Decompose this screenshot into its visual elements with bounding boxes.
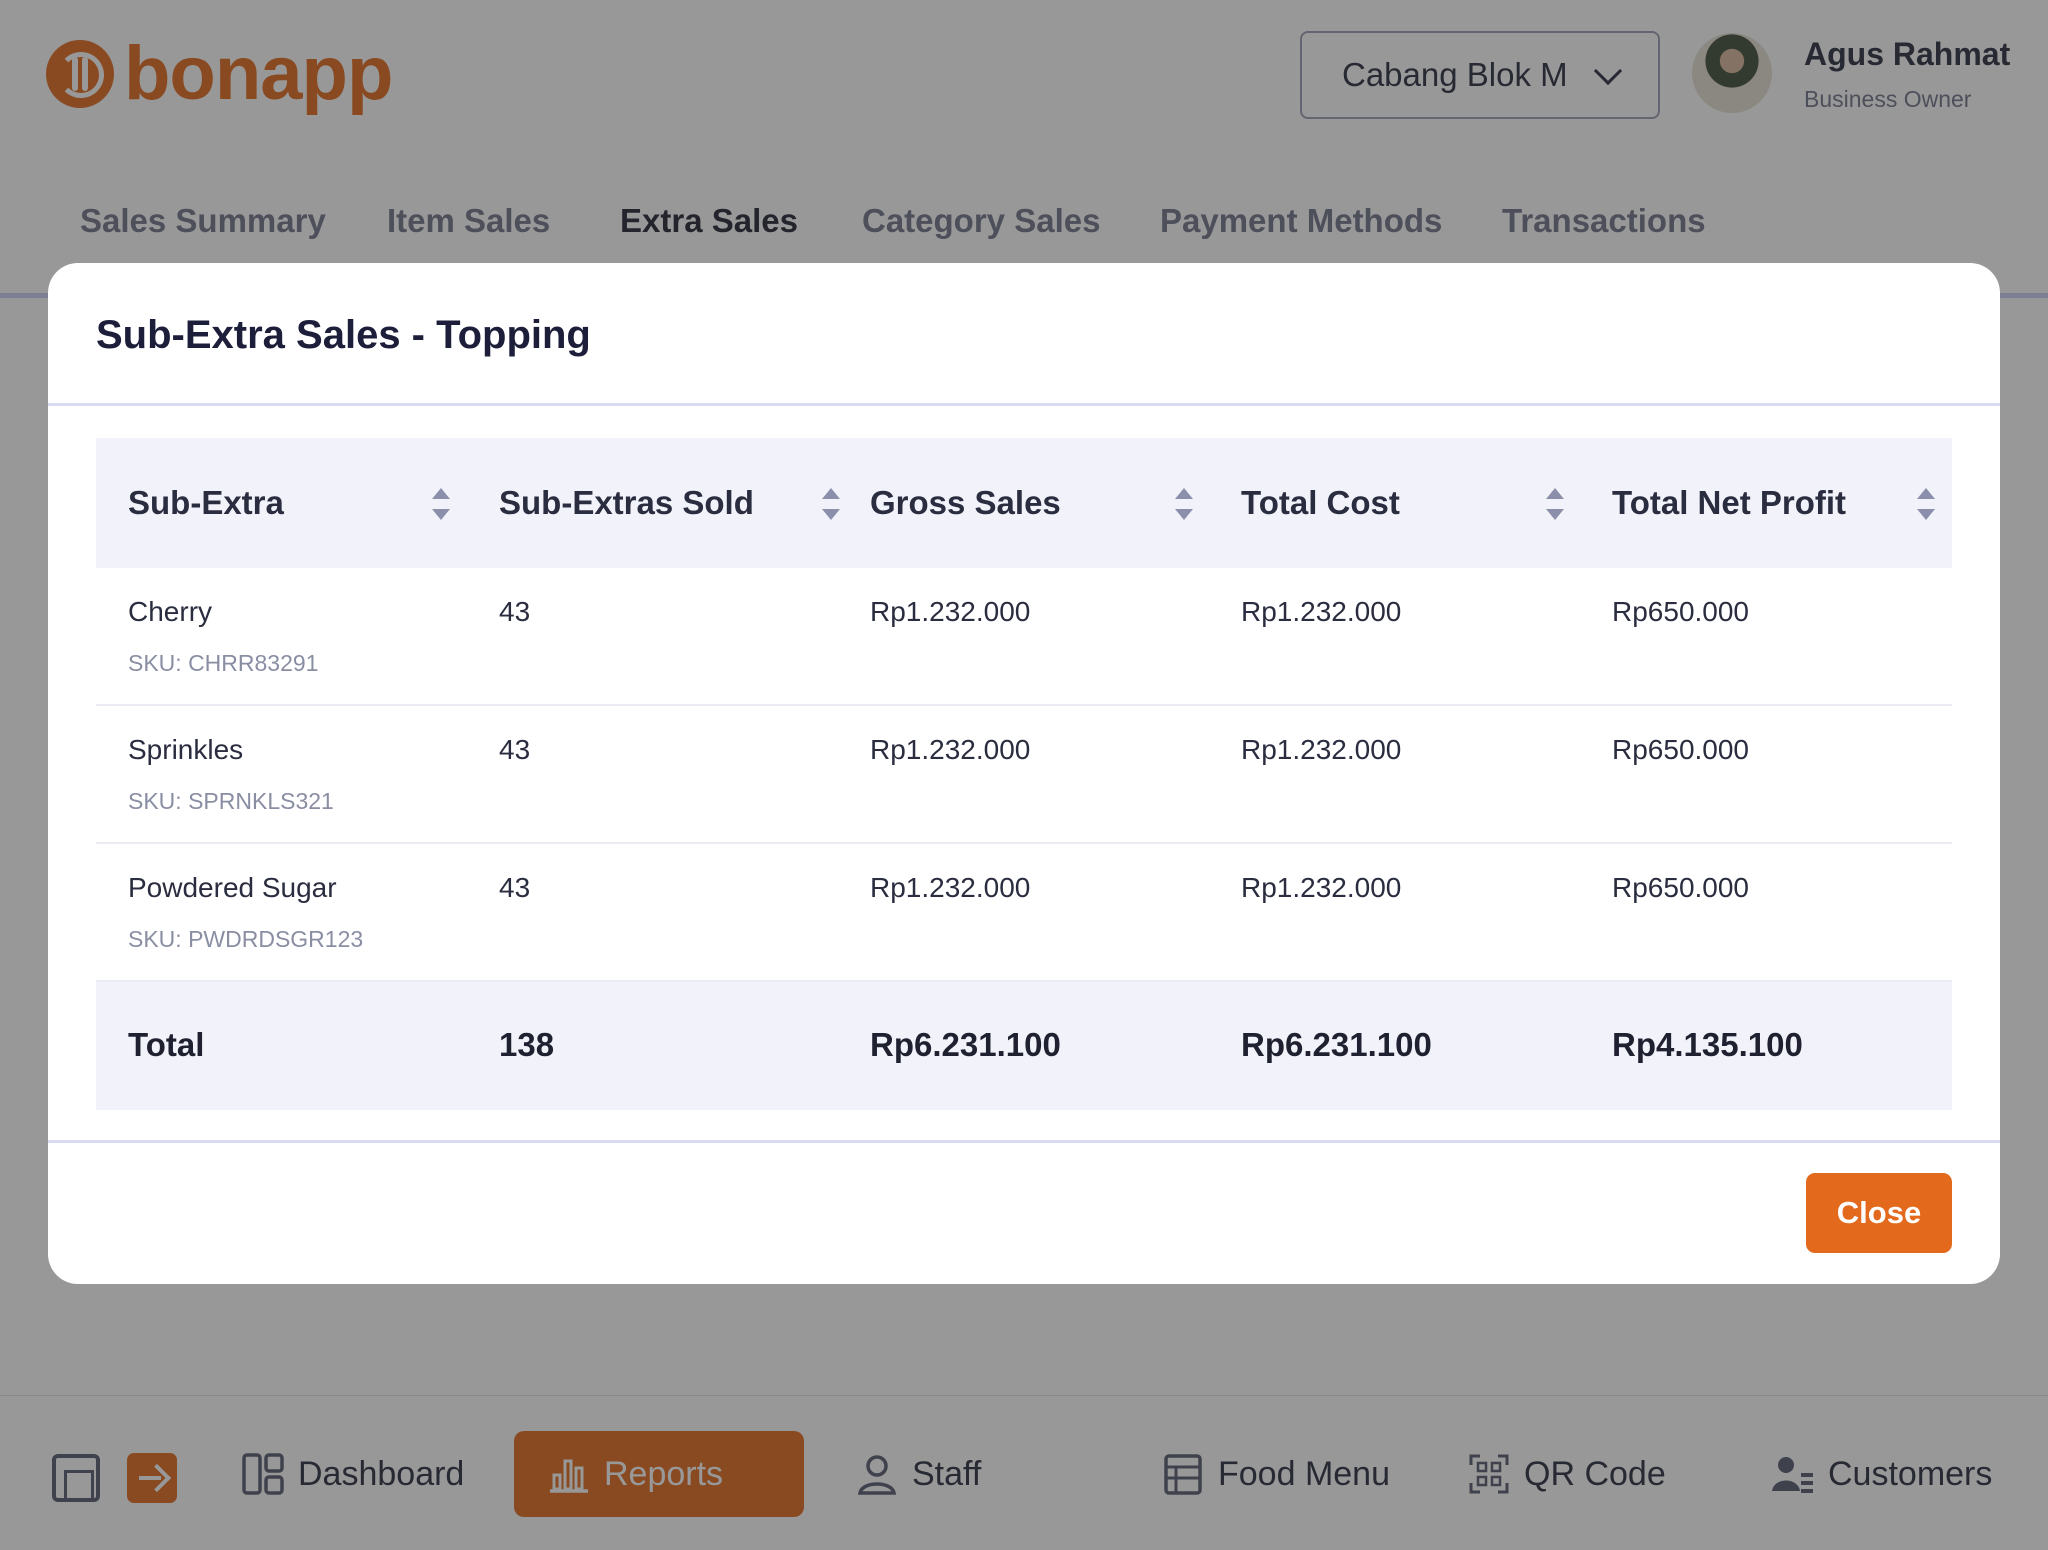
table-row[interactable]: Powdered Sugar SKU: PWDRDSGR123 43 Rp1.2… xyxy=(96,844,1952,982)
sub-extra-name: Cherry xyxy=(128,596,213,627)
sub-extras-sold-value: 43 xyxy=(499,596,531,627)
column-header-sub-extra[interactable]: Sub-Extra xyxy=(128,438,284,568)
sub-extra-sku: SKU: SPRNKLS321 xyxy=(128,788,334,814)
total-cost-value: Rp1.232.000 xyxy=(1241,872,1402,903)
sub-extras-sold-value: 43 xyxy=(499,734,531,765)
gross-sales-value: Rp1.232.000 xyxy=(870,872,1031,903)
sort-icon[interactable] xyxy=(1915,488,1937,520)
total-gross-sales-value: Rp6.231.100 xyxy=(870,1026,1061,1063)
sub-extra-sales-modal: Sub-Extra Sales - Topping Sub-Extra Sub-… xyxy=(48,263,2000,1284)
total-net-profit-value: Rp4.135.100 xyxy=(1612,1026,1803,1063)
table-row[interactable]: Sprinkles SKU: SPRNKLS321 43 Rp1.232.000… xyxy=(96,706,1952,844)
total-sold-value: 138 xyxy=(499,1026,555,1063)
total-cost-sum-value: Rp6.231.100 xyxy=(1241,1026,1432,1063)
sub-extra-table: Sub-Extra Sub-Extras Sold Gross Sales To… xyxy=(96,438,1952,1110)
gross-sales-value: Rp1.232.000 xyxy=(870,734,1031,765)
sub-extra-sku: SKU: PWDRDSGR123 xyxy=(128,926,364,952)
sort-icon[interactable] xyxy=(1544,488,1566,520)
net-profit-value: Rp650.000 xyxy=(1612,596,1750,627)
modal-footer-divider xyxy=(48,1140,2000,1143)
sub-extra-name: Sprinkles xyxy=(128,734,244,765)
close-button[interactable]: Close xyxy=(1806,1173,1952,1253)
column-header-sub-extras-sold[interactable]: Sub-Extras Sold xyxy=(499,438,754,568)
gross-sales-value: Rp1.232.000 xyxy=(870,596,1031,627)
sort-icon[interactable] xyxy=(820,488,842,520)
sort-icon[interactable] xyxy=(1173,488,1195,520)
sub-extra-name: Powdered Sugar xyxy=(128,872,337,903)
sub-extra-sku: SKU: CHRR83291 xyxy=(128,650,319,676)
modal-title: Sub-Extra Sales - Topping xyxy=(96,313,591,357)
total-cost-value: Rp1.232.000 xyxy=(1241,734,1402,765)
net-profit-value: Rp650.000 xyxy=(1612,872,1750,903)
modal-header-divider xyxy=(48,403,2000,406)
column-header-total-cost[interactable]: Total Cost xyxy=(1241,438,1400,568)
total-cost-value: Rp1.232.000 xyxy=(1241,596,1402,627)
table-row[interactable]: Cherry SKU: CHRR83291 43 Rp1.232.000 Rp1… xyxy=(96,568,1952,706)
table-header: Sub-Extra Sub-Extras Sold Gross Sales To… xyxy=(96,438,1952,568)
sub-extras-sold-value: 43 xyxy=(499,872,531,903)
sort-icon[interactable] xyxy=(430,488,452,520)
table-total-row: Total 138 Rp6.231.100 Rp6.231.100 Rp4.13… xyxy=(96,982,1952,1110)
total-label: Total xyxy=(128,1026,205,1063)
column-header-total-net-profit[interactable]: Total Net Profit xyxy=(1612,438,1846,568)
net-profit-value: Rp650.000 xyxy=(1612,734,1750,765)
column-header-gross-sales[interactable]: Gross Sales xyxy=(870,438,1061,568)
